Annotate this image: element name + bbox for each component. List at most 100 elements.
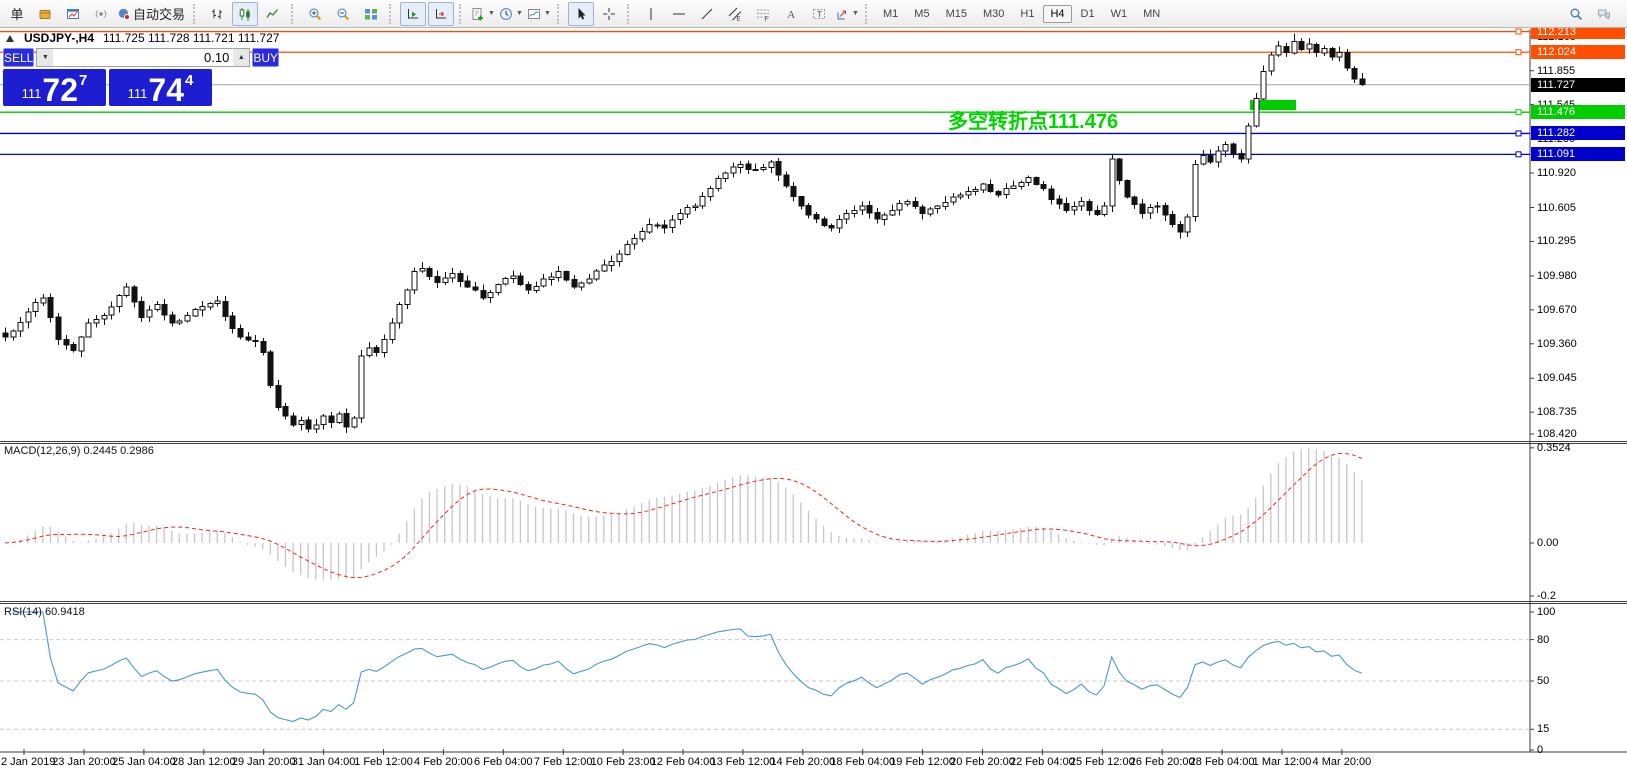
- chart-type-line-button[interactable]: [260, 2, 286, 26]
- crosshair-button[interactable]: [596, 2, 622, 26]
- new-order-button[interactable]: 单: [4, 2, 30, 26]
- chat-button[interactable]: [1591, 2, 1617, 26]
- timeframe-m5-button[interactable]: M5: [907, 5, 936, 23]
- price-axis-tick: 108.735: [1537, 406, 1577, 418]
- price-axis-tick: 109.980: [1537, 270, 1577, 282]
- sell-price-pip: 7: [79, 72, 87, 89]
- toolbar-separator: [291, 4, 297, 24]
- buy-button[interactable]: BUY: [252, 48, 279, 67]
- time-axis-label: 4 Feb 20:00: [414, 756, 473, 768]
- chart-type-bars-button[interactable]: [204, 2, 230, 26]
- svg-text:E: E: [737, 16, 741, 22]
- toolbar-separator: [627, 4, 633, 24]
- rsi-axis-tick: 0: [1537, 744, 1543, 756]
- rsi-axis-tick: 80: [1537, 634, 1549, 646]
- horizontal-line-button[interactable]: [666, 2, 692, 26]
- text-label-button[interactable]: T: [806, 2, 832, 26]
- timeframe-h1-button[interactable]: H1: [1013, 5, 1041, 23]
- quotes-button[interactable]: [32, 2, 58, 26]
- zoom-in-button[interactable]: [302, 2, 328, 26]
- price-axis-tick: 109.670: [1537, 304, 1577, 316]
- time-axis-label: 19 Feb 12:00: [890, 756, 955, 768]
- buy-quote[interactable]: 111 74 4: [109, 69, 212, 106]
- line-handle[interactable]: [1516, 50, 1521, 55]
- price-axis-tick: 108.420: [1537, 428, 1577, 440]
- time-axis-label: 25 Jan 04:00: [112, 756, 176, 768]
- buy-price-prefix: 111: [128, 86, 148, 101]
- signals-button[interactable]: [88, 2, 114, 26]
- textA-icon: A: [784, 7, 798, 21]
- templates-button[interactable]: ▼: [526, 2, 552, 26]
- text-button[interactable]: A: [778, 2, 804, 26]
- fibonacci-retracement-button[interactable]: F: [750, 2, 776, 26]
- auto-scroll-button[interactable]: [400, 2, 426, 26]
- chart-type-candles-button[interactable]: [232, 2, 258, 26]
- ohlc-values: 111.725 111.728 111.721 111.727: [103, 31, 279, 45]
- mt4-window: 单自动交易▼▼▼EFAT▼M1M5M15M30H1H4D1W1MN USDJPY…: [0, 0, 1627, 774]
- time-axis-label: 28 Feb 04:00: [1190, 756, 1255, 768]
- rsi-axis-tick: 15: [1537, 723, 1549, 735]
- timeframe-m30-button[interactable]: M30: [976, 5, 1011, 23]
- timeframe-w1-button[interactable]: W1: [1104, 5, 1135, 23]
- arrows-button[interactable]: ▼: [834, 2, 860, 26]
- tile-icon: [364, 7, 378, 21]
- sell-button[interactable]: SELL: [3, 48, 34, 67]
- chat-icon: [1597, 7, 1611, 21]
- indicators-list-button[interactable]: ▼: [470, 2, 496, 26]
- timeframe-mn-button[interactable]: MN: [1136, 5, 1167, 23]
- equidistant-channel-button[interactable]: E: [722, 2, 748, 26]
- chart-canvas[interactable]: [0, 0, 1627, 774]
- search-button[interactable]: [1563, 2, 1589, 26]
- trendline-button[interactable]: [694, 2, 720, 26]
- line-handle[interactable]: [1516, 110, 1521, 115]
- timeframe-m15-button[interactable]: M15: [939, 5, 974, 23]
- cursor-button[interactable]: [568, 2, 594, 26]
- rsi-values: 60.9418: [45, 606, 85, 618]
- trend-icon: [700, 7, 714, 21]
- sell-quote[interactable]: 111 72 7: [3, 69, 106, 106]
- line-handle[interactable]: [1516, 152, 1521, 157]
- vline-icon: [644, 7, 658, 21]
- macd-histogram: [5, 448, 1362, 580]
- channel-icon: E: [728, 7, 742, 21]
- timeframe-m1-button[interactable]: M1: [876, 5, 905, 23]
- timeframe-d1-button[interactable]: D1: [1074, 5, 1102, 23]
- svg-text:T: T: [817, 10, 822, 19]
- periods-button[interactable]: ▼: [498, 2, 524, 26]
- autotrading-button[interactable]: 自动交易: [116, 2, 188, 26]
- lot-increase-button[interactable]: ▲: [233, 49, 249, 66]
- timeframe-h4-button[interactable]: H4: [1043, 5, 1071, 23]
- search-icon: [1569, 7, 1583, 21]
- time-axis-label: 12 Feb 04:00: [651, 756, 716, 768]
- tile-windows-button[interactable]: [358, 2, 384, 26]
- chart-header: USDJPY-,H4 111.725 111.728 111.721 111.7…: [5, 31, 279, 45]
- bars-icon: [210, 7, 224, 21]
- price-badge: 111.476: [1531, 105, 1625, 119]
- sell-price-prefix: 111: [22, 86, 42, 101]
- chart-window-button[interactable]: [60, 2, 86, 26]
- zoom-out-button[interactable]: [330, 2, 356, 26]
- time-axis-label: 10 Feb 23:00: [591, 756, 656, 768]
- arrowsobj-icon: [835, 7, 849, 21]
- svg-text:F: F: [765, 17, 769, 23]
- autotrade-icon: [117, 7, 131, 21]
- line-handle[interactable]: [1516, 131, 1521, 136]
- time-axis-label: 25 Feb 12:00: [1070, 756, 1135, 768]
- line-handle[interactable]: [1516, 29, 1521, 34]
- time-axis-label: 20 Feb 20:00: [950, 756, 1015, 768]
- svg-text:A: A: [787, 9, 795, 21]
- macd-axis-tick: 0.3524: [1537, 442, 1571, 454]
- lot-size-input[interactable]: [53, 49, 233, 66]
- macd-name: MACD(12,26,9): [4, 445, 80, 457]
- macd-axis-tick: 0.00: [1537, 537, 1558, 549]
- toolbar: 单自动交易▼▼▼EFAT▼M1M5M15M30H1H4D1W1MN: [0, 0, 1627, 28]
- pivot-annotation-text[interactable]: 多空转折点111.476: [948, 105, 1118, 134]
- lot-decrease-button[interactable]: ▼: [37, 49, 53, 66]
- time-axis-label: 18 Feb 04:00: [830, 756, 895, 768]
- chart-window-icon: [5, 33, 15, 43]
- linechart-icon: [266, 7, 280, 21]
- vertical-line-button[interactable]: [638, 2, 664, 26]
- price-axis-tick: 109.360: [1537, 338, 1577, 350]
- chart-shift-button[interactable]: [428, 2, 454, 26]
- template-icon: [527, 7, 541, 21]
